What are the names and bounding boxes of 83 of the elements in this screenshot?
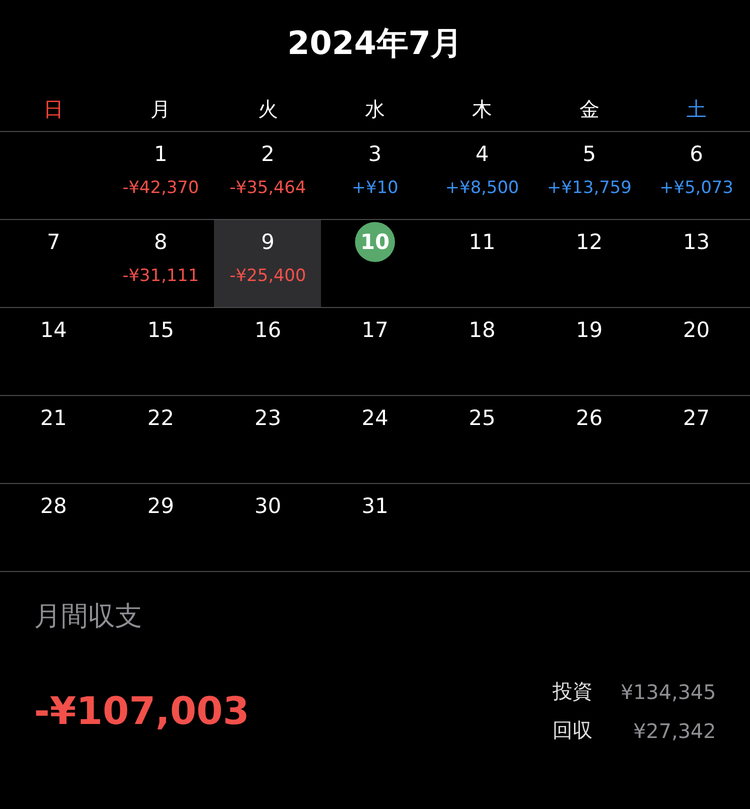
day-number: 7 <box>46 229 62 256</box>
day-number: 14 <box>39 317 68 344</box>
day-cell[interactable]: 12 <box>536 220 643 307</box>
day-number: 28 <box>39 493 68 520</box>
weekday-label: 金 <box>579 96 600 123</box>
day-number: 3 <box>367 141 383 168</box>
day-cell[interactable]: 2 -¥35,464 <box>214 132 322 219</box>
today-marker: 10 <box>354 222 395 262</box>
day-amount: -¥35,464 <box>230 178 306 198</box>
day-number: 25 <box>468 405 496 432</box>
day-number: 11 <box>468 229 496 256</box>
day-cell[interactable]: 16 <box>214 308 322 395</box>
breakdown-label: 回収 <box>552 717 593 744</box>
day-cell[interactable]: 18 <box>428 308 536 395</box>
weekday-label: 日 <box>44 96 64 123</box>
day-cell[interactable]: 8 -¥31,111 <box>107 220 214 307</box>
day-amount: -¥31,111 <box>122 266 199 286</box>
day-number: 15 <box>146 317 176 344</box>
weekday-label: 月 <box>150 96 171 123</box>
day-cell[interactable]: 20 <box>642 308 750 395</box>
day-cell[interactable]: 26 <box>536 396 643 483</box>
month-title: 2024年7月 <box>286 23 464 64</box>
day-number: 21 <box>39 405 68 432</box>
day-number: 12 <box>574 229 604 256</box>
day-cell[interactable]: 31 <box>321 484 429 571</box>
day-cell[interactable]: 7 <box>0 220 108 307</box>
weekday-label: 木 <box>472 96 492 123</box>
day-number: 18 <box>468 317 496 344</box>
day-number: 27 <box>682 405 711 432</box>
day-number: 4 <box>474 141 490 168</box>
breakdown-value: ¥27,342 <box>632 718 716 742</box>
day-cell[interactable]: 24 <box>321 396 429 483</box>
day-number: 26 <box>574 405 604 432</box>
day-number: 24 <box>360 405 390 432</box>
day-number: 2 <box>260 141 276 168</box>
day-number: 13 <box>682 229 711 256</box>
day-cell[interactable]: 11 <box>428 220 536 307</box>
weekday-label: 土 <box>686 96 706 123</box>
day-number: 19 <box>574 317 604 344</box>
day-number: 31 <box>360 493 390 520</box>
day-number: 5 <box>582 141 597 168</box>
day-cell[interactable]: 6 +¥5,073 <box>642 132 750 219</box>
day-number: 29 <box>146 493 176 520</box>
day-cell[interactable]: 27 <box>642 396 750 483</box>
weekday-label: 水 <box>364 96 385 123</box>
weekday-label: 火 <box>258 96 278 123</box>
day-number: 20 <box>682 317 711 344</box>
day-amount: +¥10 <box>352 178 398 198</box>
day-number: 9 <box>260 229 276 256</box>
day-cell[interactable]: 21 <box>0 396 108 483</box>
day-number: 8 <box>153 229 168 256</box>
day-number: 16 <box>253 317 282 344</box>
day-cell[interactable]: 29 <box>107 484 214 571</box>
day-number: 1 <box>153 141 168 168</box>
breakdown-label: 投資 <box>552 678 593 705</box>
day-amount: -¥25,400 <box>230 266 306 286</box>
day-cell[interactable]: 3 +¥10 <box>321 132 429 219</box>
monthly-total: -¥107,003 <box>34 689 250 733</box>
day-cell[interactable]: 28 <box>0 484 108 571</box>
day-cell[interactable]: 4 +¥8,500 <box>428 132 536 219</box>
day-amount: +¥8,500 <box>445 178 519 198</box>
day-cell[interactable]: 1 -¥42,370 <box>107 132 214 219</box>
day-number: 30 <box>253 493 282 520</box>
day-number: 17 <box>360 317 390 344</box>
day-cell[interactable]: 30 <box>214 484 322 571</box>
day-cell[interactable]: 15 <box>107 308 214 395</box>
day-cell[interactable]: 23 <box>214 396 322 483</box>
day-cell[interactable]: 14 <box>0 308 108 395</box>
day-cell[interactable]: 9 -¥25,400 <box>214 220 322 307</box>
day-cell[interactable]: 25 <box>428 396 536 483</box>
day-cell[interactable]: 17 <box>321 308 429 395</box>
day-cell[interactable]: 5 +¥13,759 <box>536 132 643 219</box>
day-amount: +¥13,759 <box>547 178 632 198</box>
summary-heading: 月間収支 <box>34 600 143 634</box>
breakdown-value: ¥134,345 <box>620 680 716 704</box>
day-cell[interactable]: 13 <box>642 220 750 307</box>
day-cell[interactable]: 22 <box>107 396 214 483</box>
day-number: 22 <box>146 405 176 432</box>
day-cell[interactable]: 19 <box>536 308 643 395</box>
day-amount: -¥42,370 <box>122 178 199 198</box>
day-number: 23 <box>253 405 282 432</box>
day-number: 6 <box>688 141 704 168</box>
day-amount: +¥5,073 <box>660 178 734 198</box>
